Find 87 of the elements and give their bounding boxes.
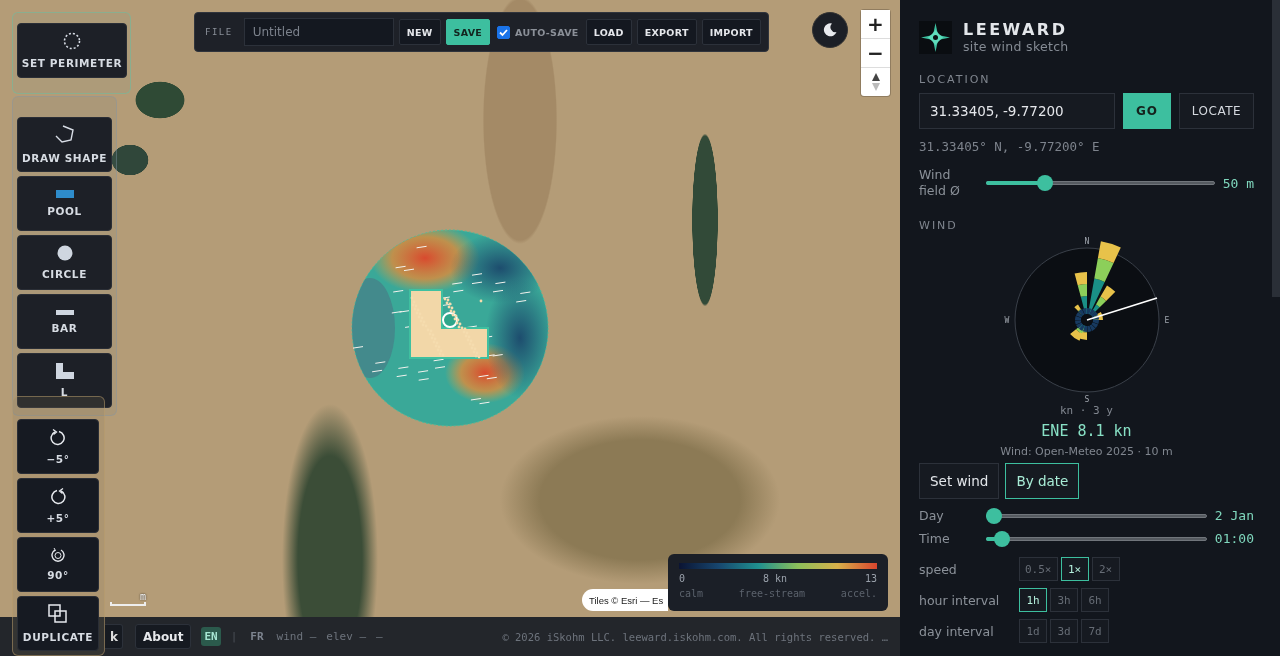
go-button[interactable]: GO <box>1123 93 1171 129</box>
shape-tool-button[interactable]: CIRCLE <box>17 235 112 290</box>
slider-value: 01:00 <box>1214 531 1254 547</box>
shape-tool-button[interactable]: POOL <box>17 176 112 231</box>
slider-label: Day <box>919 507 945 524</box>
compass-label: S <box>1084 394 1089 404</box>
shape-tool-button[interactable]: L <box>17 353 112 408</box>
option-button[interactable]: 1× <box>1060 557 1089 581</box>
circle-icon <box>56 245 73 261</box>
legend-tick: 13 <box>864 573 877 584</box>
compass-label: E <box>1164 315 1169 325</box>
legend-tick: 0 <box>679 573 686 584</box>
coordinates-field[interactable]: 31.33405, -9.77200 <box>919 93 1115 129</box>
slider-value: 2 Jan <box>1214 508 1254 524</box>
slider-thumb[interactable] <box>1037 175 1054 192</box>
rotate-right-icon <box>50 487 66 505</box>
separator: | <box>230 630 238 643</box>
rotate-button[interactable]: +5° <box>17 478 99 533</box>
slider-label: Wind field Ø <box>919 167 961 200</box>
locate-button[interactable]: LOCATE <box>1179 93 1254 129</box>
polygon-icon <box>53 125 76 145</box>
legend-label: accel. <box>840 588 877 599</box>
slider-label: Time <box>919 530 951 547</box>
section-heading: LOCATION <box>919 73 992 86</box>
toolbar-button[interactable]: IMPORT <box>701 19 761 45</box>
save-button[interactable]: SAVE <box>445 19 491 45</box>
scrollbar[interactable] <box>1272 0 1280 297</box>
toolbar-button[interactable]: NEW <box>398 19 441 45</box>
compass-label: N <box>1084 236 1089 246</box>
compass-needle-icon <box>870 72 881 92</box>
file-label: FILE <box>205 27 233 37</box>
section-heading: WIND <box>919 218 959 232</box>
duplicate-icon <box>48 604 68 624</box>
status-readout: elev — <box>326 630 367 643</box>
mode-tab[interactable]: By date <box>1005 462 1080 499</box>
shape-tool-button[interactable]: DRAW SHAPE <box>17 117 112 172</box>
slider-thumb[interactable] <box>994 530 1011 547</box>
pool-icon <box>55 190 74 198</box>
shape-tool-button[interactable]: BAR <box>17 294 112 349</box>
option-label: hour interval <box>919 592 1001 608</box>
slider-value: 50 m <box>1222 175 1254 191</box>
slider-track[interactable] <box>986 175 1215 192</box>
rotate-left-icon <box>50 428 66 446</box>
scale-bar <box>110 602 146 606</box>
compass-label: W <box>1004 315 1009 325</box>
l-shape-icon <box>55 363 74 379</box>
rose-caption: kn · 3 y <box>1060 403 1113 417</box>
slider-track[interactable] <box>986 530 1207 547</box>
option-button[interactable]: 1h <box>1019 588 1047 612</box>
status-readout: — <box>376 630 383 643</box>
slider-thumb[interactable] <box>986 507 1002 524</box>
legend-label: calm <box>679 588 704 599</box>
wind-source: Wind: Open-Meteo 2025 · 10 m <box>1000 444 1173 458</box>
coordinates-readout: 31.33405° N, -9.77200° E <box>919 139 1101 154</box>
compass-star-icon <box>919 20 952 54</box>
map-attribution: Tiles © Esri — Es <box>582 589 668 611</box>
status-readout: wind — <box>276 630 317 643</box>
mode-tab[interactable]: Set wind <box>919 462 1000 499</box>
rotate-button[interactable]: 90° <box>17 537 99 592</box>
zoom-in-button[interactable]: + <box>861 10 890 39</box>
option-label: day interval <box>919 623 995 639</box>
about-button[interactable]: About <box>135 624 192 649</box>
legend-label: free-stream <box>738 588 806 599</box>
rotate-button[interactable]: −5° <box>17 419 99 474</box>
toolbar-button[interactable]: EXPORT <box>636 19 697 45</box>
dashed-circle-icon <box>63 32 81 50</box>
current-wind: ENE 8.1 kn <box>1041 421 1132 440</box>
footer-button[interactable]: k <box>105 624 123 649</box>
slider-track[interactable] <box>986 507 1207 524</box>
dark-mode-button[interactable] <box>812 12 848 48</box>
autosave-label: AUTO-SAVE <box>515 26 579 38</box>
scale-label: m <box>139 591 146 602</box>
copyright-text: © 2026 iSkohm LLC. leeward.iskohm.com. All rights reserved. … <box>502 630 888 643</box>
file-name-field[interactable]: Untitled <box>243 18 394 46</box>
moon-icon <box>822 22 838 38</box>
language-button[interactable]: FR <box>247 627 267 646</box>
autosave-checkbox[interactable] <box>497 25 511 39</box>
legend-tick: 8 kn <box>762 573 788 584</box>
rotate-icon <box>51 548 65 562</box>
bar-icon <box>55 309 74 315</box>
set-perimeter-button[interactable]: SET PERIMETER <box>17 23 127 78</box>
app-tagline: site wind sketch <box>963 39 1069 54</box>
toolbar-button[interactable]: LOAD <box>585 19 632 45</box>
duplicate-button[interactable]: DUPLICATE <box>17 596 99 651</box>
language-button[interactable]: EN <box>201 627 221 646</box>
option-label: speed <box>919 561 958 577</box>
app-title: LEEWARD <box>963 20 1069 39</box>
